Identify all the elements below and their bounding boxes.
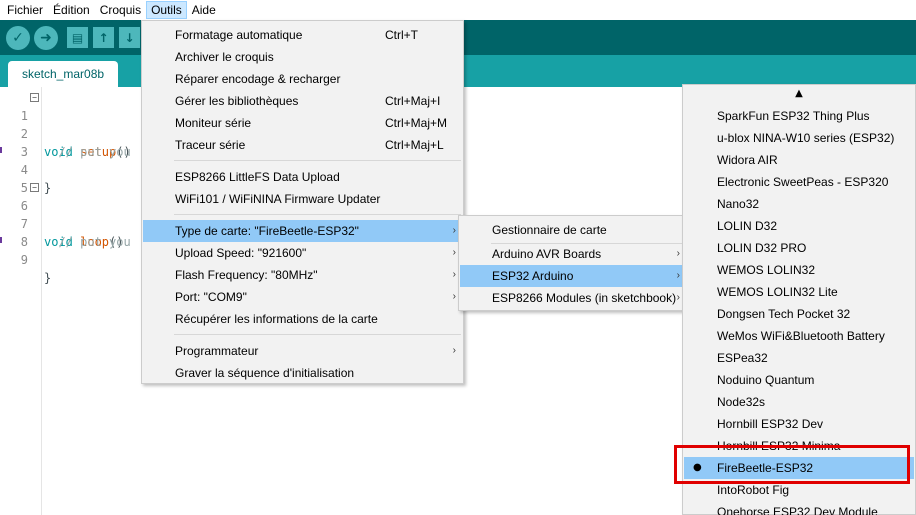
check-icon: ✓: [12, 29, 24, 46]
code-line: 7 // put you: [0, 197, 131, 249]
menu-item-recuperer-infos[interactable]: Récupérer les informations de la carte: [143, 308, 462, 330]
menu-item-moniteur[interactable]: Moniteur série Ctrl+Maj+M: [143, 112, 462, 134]
chevron-right-icon: ›: [676, 270, 680, 281]
arrow-up-icon: ↑: [98, 30, 109, 45]
board-item[interactable]: WEMOS LOLIN32: [684, 259, 914, 281]
menu-item-flash-frequency[interactable]: Flash Frequency: "80MHz" ›: [143, 264, 462, 286]
line-number: 9: [20, 253, 28, 267]
code-line: 1 − void setup(): [0, 89, 131, 159]
arrow-down-icon: ↓: [124, 30, 135, 45]
chevron-right-icon: ›: [676, 248, 680, 259]
board-submenu: Gestionnaire de carte Arduino AVR Boards…: [458, 215, 688, 311]
menu-aide[interactable]: Aide: [187, 1, 221, 19]
menu-item-programmateur[interactable]: Programmateur ›: [143, 340, 462, 362]
menu-outils[interactable]: Outils: [146, 1, 187, 19]
menu-item-upload-speed[interactable]: Upload Speed: "921600" ›: [143, 242, 462, 264]
board-item[interactable]: u-blox NINA-W10 series (ESP32): [684, 127, 914, 149]
menu-item-formatage[interactable]: Formatage automatique Ctrl+T: [143, 24, 462, 46]
menu-item-arduino-avr[interactable]: Arduino AVR Boards ›: [460, 243, 686, 265]
code-comment: // put you: [44, 145, 131, 159]
code-line: 5: [0, 161, 29, 195]
menu-item-reparer[interactable]: Réparer encodage & recharger: [143, 68, 462, 90]
new-button[interactable]: ▤: [67, 27, 88, 48]
menu-separator: [174, 160, 461, 161]
scroll-up-arrow-icon[interactable]: ▲: [683, 87, 915, 101]
menu-fichier[interactable]: Fichier: [2, 1, 48, 19]
menu-item-wifi-updater[interactable]: WiFi101 / WiFiNINA Firmware Updater: [143, 188, 462, 210]
menubar: Fichier Édition Croquis Outils Aide: [0, 0, 916, 20]
menu-edition[interactable]: Édition: [48, 1, 95, 19]
board-item[interactable]: ESPea32: [684, 347, 914, 369]
board-item[interactable]: Dongsen Tech Pocket 32: [684, 303, 914, 325]
menu-item-traceur[interactable]: Traceur série Ctrl+Maj+L: [143, 134, 462, 156]
menu-item-esp32-arduino[interactable]: ESP32 Arduino ›: [460, 265, 686, 287]
board-item[interactable]: Widora AIR: [684, 149, 914, 171]
menu-separator: [174, 214, 461, 215]
chevron-right-icon: ›: [452, 291, 456, 302]
menu-item-archiver[interactable]: Archiver le croquis: [143, 46, 462, 68]
board-item[interactable]: LOLIN D32 PRO: [684, 237, 914, 259]
upload-button[interactable]: ➜: [34, 25, 58, 50]
chevron-right-icon: ›: [452, 247, 456, 258]
code-comment: // put you: [44, 235, 131, 249]
verify-button[interactable]: ✓: [6, 25, 30, 50]
code-text: }: [44, 181, 52, 195]
board-item[interactable]: Hornbill ESP32 Dev: [684, 413, 914, 435]
code-line: 8: [0, 215, 29, 249]
menu-separator: [174, 334, 461, 335]
arrow-right-icon: ➜: [40, 29, 52, 46]
menu-croquis[interactable]: Croquis: [95, 1, 146, 19]
outils-menu: Formatage automatique Ctrl+T Archiver le …: [141, 20, 464, 384]
chevron-right-icon: ›: [452, 269, 456, 280]
save-button[interactable]: ↓: [119, 27, 140, 48]
code-line: 6 − void loop(): [0, 179, 123, 249]
code-line: 3: [0, 125, 29, 159]
board-item[interactable]: Node32s: [684, 391, 914, 413]
new-file-icon: ▤: [71, 30, 84, 45]
menu-item-gestionnaire-carte[interactable]: Gestionnaire de carte: [460, 219, 686, 241]
chevron-right-icon: ›: [452, 225, 456, 236]
menu-item-graver-sequence[interactable]: Graver la séquence d'initialisation: [143, 362, 462, 384]
board-item[interactable]: WeMos WiFi&Bluetooth Battery: [684, 325, 914, 347]
menu-item-littlefs[interactable]: ESP8266 LittleFS Data Upload: [143, 166, 462, 188]
board-item[interactable]: LOLIN D32: [684, 215, 914, 237]
menu-item-type-de-carte[interactable]: Type de carte: "FireBeetle-ESP32" ›: [143, 220, 462, 242]
fold-toggle-icon[interactable]: −: [30, 93, 39, 102]
menu-item-port[interactable]: Port: "COM9" ›: [143, 286, 462, 308]
board-item[interactable]: Noduino Quantum: [684, 369, 914, 391]
menu-item-esp8266-modules[interactable]: ESP8266 Modules (in sketchbook) ›: [460, 287, 686, 309]
board-item[interactable]: Onehorse ESP32 Dev Module: [684, 501, 914, 515]
code-text: }: [44, 271, 52, 285]
board-item[interactable]: WEMOS LOLIN32 Lite: [684, 281, 914, 303]
chevron-right-icon: ›: [452, 345, 456, 356]
board-item[interactable]: Nano32: [684, 193, 914, 215]
chevron-right-icon: ›: [676, 292, 680, 303]
code-line: 9 }: [0, 233, 51, 285]
open-button[interactable]: ↑: [93, 27, 114, 48]
tab-sketch[interactable]: sketch_mar08b: [8, 61, 118, 87]
fold-toggle-icon[interactable]: −: [30, 183, 39, 192]
board-item[interactable]: Electronic SweetPeas - ESP320: [684, 171, 914, 193]
code-line: 2 // put you: [0, 107, 131, 159]
highlight-annotation-box: [674, 445, 910, 484]
board-item[interactable]: SparkFun ESP32 Thing Plus: [684, 105, 914, 127]
menu-item-bibliotheques[interactable]: Gérer les bibliothèques Ctrl+Maj+I: [143, 90, 462, 112]
code-line: 4 }: [0, 143, 51, 195]
